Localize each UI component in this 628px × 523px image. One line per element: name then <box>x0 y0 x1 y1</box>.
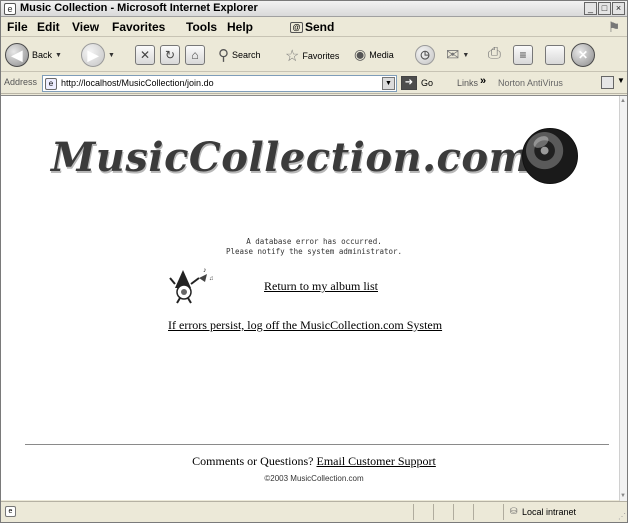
messenger-x-icon: ✕ <box>571 43 595 67</box>
norton-antivirus-label[interactable]: Norton AntiVirus <box>498 78 563 88</box>
forward-arrow-icon: ▶ <box>81 43 105 67</box>
site-logo: MusicCollection.com <box>51 134 532 181</box>
edit-page-icon: ≡ <box>513 45 533 65</box>
svg-text:♫: ♫ <box>209 276 214 282</box>
status-separator <box>413 504 414 520</box>
history-icon: ◷ <box>415 45 435 65</box>
status-separator <box>473 504 474 520</box>
mail-dropdown-icon[interactable]: ▼ <box>462 52 469 59</box>
edit-button[interactable]: ≡ <box>513 45 533 65</box>
discuss-icon <box>545 45 565 65</box>
maximize-button[interactable]: □ <box>598 2 611 15</box>
page-status-icon: e <box>5 506 16 517</box>
search-label: Search <box>232 50 261 60</box>
menu-tools[interactable]: Tools <box>186 20 217 34</box>
media-icon: ◉ <box>354 46 367 62</box>
address-dropdown-icon[interactable]: ▼ <box>382 77 395 90</box>
menu-help[interactable]: Help <box>227 20 253 34</box>
intranet-zone-icon: ⛁ <box>510 506 518 516</box>
duke-mascot-icon: ♪ ♫ <box>169 267 214 304</box>
footer-divider <box>25 444 609 445</box>
menu-view[interactable]: View <box>72 20 99 34</box>
status-separator <box>453 504 454 520</box>
forward-dropdown-icon[interactable]: ▼ <box>108 52 115 59</box>
favorites-label: Favorites <box>302 51 340 61</box>
print-icon: ⎙ <box>488 45 501 62</box>
address-bar: Address e http://localhost/MusicCollecti… <box>1 73 627 94</box>
scroll-down-icon[interactable]: ▼ <box>620 493 626 499</box>
minimize-button[interactable]: _ <box>584 2 597 15</box>
history-button[interactable]: ◷ <box>415 45 435 65</box>
back-arrow-icon: ◀ <box>5 43 29 67</box>
norton-dropdown-icon[interactable]: ▼ <box>617 76 625 85</box>
error-message-line-2: Please notify the system administrator. <box>225 247 403 256</box>
status-bar: e ⛁ Local intranet ⋰ <box>1 501 627 522</box>
messenger-button[interactable]: ✕ <box>571 43 595 67</box>
search-button[interactable]: ⚲ Search <box>218 46 261 64</box>
footer-prefix: Comments or Questions? <box>192 454 314 468</box>
refresh-button[interactable]: ↻ <box>160 45 180 65</box>
menu-file[interactable]: File <box>7 20 28 34</box>
close-button[interactable]: × <box>612 2 625 15</box>
media-label: Media <box>369 49 394 60</box>
standard-toolbar: ◀ Back ▼ ▶ ▼ ✕ ↻ ⌂ ⚲ Search ☆ Favorites … <box>1 38 627 72</box>
windows-logo-icon: ⚑ <box>607 19 621 35</box>
stop-button[interactable]: ✕ <box>135 45 155 65</box>
log-off-link[interactable]: If errors persist, log off the MusicColl… <box>168 318 442 333</box>
status-separator <box>433 504 434 520</box>
back-label: Back <box>32 50 53 60</box>
page-viewport: MusicCollection.com A database error has… <box>1 95 627 501</box>
address-input[interactable]: e http://localhost/MusicCollection/join.… <box>42 75 397 92</box>
send-menu[interactable]: @ Send <box>290 20 334 34</box>
send-label: Send <box>305 20 335 34</box>
chevron-right-icon[interactable]: » <box>480 75 486 87</box>
home-button[interactable]: ⌂ <box>185 45 205 65</box>
page-icon: e <box>45 78 57 90</box>
links-label[interactable]: Links <box>457 78 478 88</box>
address-url: http://localhost/MusicCollection/join.do <box>61 78 214 88</box>
security-zone-label: Local intranet <box>522 507 577 517</box>
scroll-up-icon[interactable]: ▲ <box>620 98 626 104</box>
favorites-button[interactable]: ☆ Favorites <box>285 46 339 66</box>
back-dropdown-icon[interactable]: ▼ <box>55 52 62 59</box>
error-message-line-1: A database error has occurred. <box>246 237 382 246</box>
browser-window: e Music Collection - Microsoft Internet … <box>0 0 628 523</box>
return-to-album-list-link[interactable]: Return to my album list <box>264 279 378 294</box>
cd-disc-icon <box>522 128 578 184</box>
title-bar: e Music Collection - Microsoft Internet … <box>1 1 627 17</box>
window-title: Music Collection - Microsoft Internet Ex… <box>20 2 258 14</box>
menu-bar: File Edit View Favorites Tools Help @ Se… <box>1 18 627 37</box>
home-icon: ⌂ <box>185 45 205 65</box>
menu-edit[interactable]: Edit <box>37 20 60 34</box>
refresh-icon: ↻ <box>160 45 180 65</box>
go-arrow-icon[interactable]: ➜ <box>401 76 417 90</box>
ie-page-icon: e <box>4 3 16 15</box>
print-button[interactable]: ⎙ <box>488 45 501 63</box>
menu-favorites[interactable]: Favorites <box>112 20 165 34</box>
footer-contact: Comments or Questions? Email Customer Su… <box>1 454 627 469</box>
forward-button[interactable]: ▶ ▼ <box>81 43 115 67</box>
address-label: Address <box>4 77 38 87</box>
favorites-star-icon: ☆ <box>285 48 300 65</box>
mail-icon: ✉ <box>446 47 460 64</box>
norton-icon[interactable] <box>601 76 614 89</box>
search-icon: ⚲ <box>218 47 229 64</box>
resize-grip-icon[interactable]: ⋰ <box>618 512 626 521</box>
window-controls: _ □ × <box>584 2 625 15</box>
mail-button[interactable]: ✉ ▼ <box>446 45 469 65</box>
discuss-button[interactable] <box>545 45 565 65</box>
stop-icon: ✕ <box>135 45 155 65</box>
go-button[interactable]: Go <box>421 78 433 88</box>
copyright-notice: ©2003 MusicCollection.com <box>264 474 364 483</box>
svg-text:♪: ♪ <box>203 267 207 274</box>
status-separator <box>503 504 504 520</box>
media-button[interactable]: ◉ Media <box>354 46 394 63</box>
messenger-icon: @ <box>290 21 303 33</box>
vertical-scrollbar[interactable]: ▲ ▼ <box>619 96 627 501</box>
back-button[interactable]: ◀ Back ▼ <box>5 43 62 67</box>
email-support-link[interactable]: Email Customer Support <box>317 454 436 468</box>
